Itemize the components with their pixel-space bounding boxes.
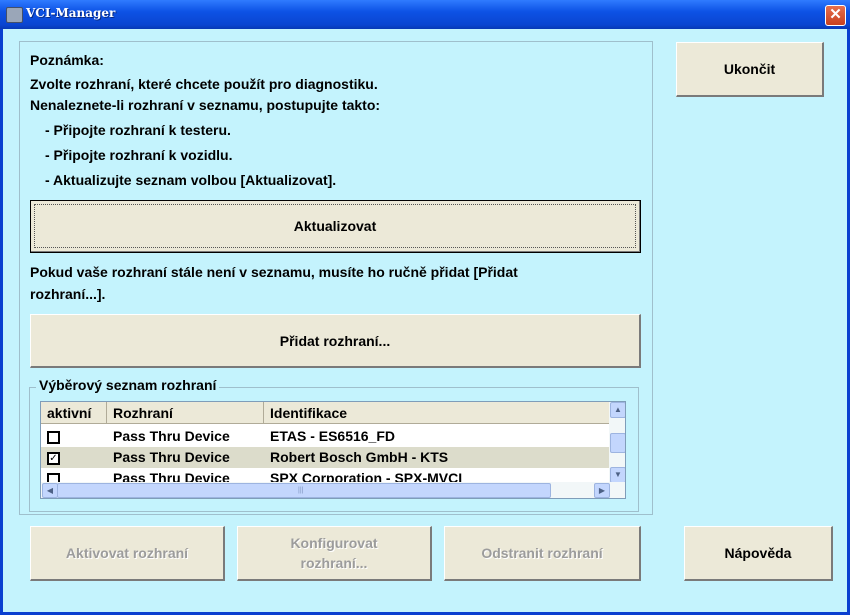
note-step-3: - Aktualizujte seznam volbou [Aktualizov…: [45, 172, 337, 188]
configure-interface-button[interactable]: Konfigurovat rozhraní...: [237, 526, 432, 581]
manual-add-line-2: rozhraní...].: [30, 286, 106, 302]
identification-cell: Robert Bosch GmbH - KTS: [270, 449, 449, 465]
add-interface-button[interactable]: Přidat rozhraní...: [30, 314, 641, 368]
interface-cell: Pass Thru Device: [113, 428, 230, 444]
column-header-active[interactable]: aktivní: [41, 402, 107, 424]
interface-cell: Pass Thru Device: [113, 449, 230, 465]
note-heading: Poznámka:: [30, 52, 104, 68]
window-title: VCI-Manager: [26, 6, 116, 20]
vertical-scrollbar[interactable]: ▲ ▼: [609, 402, 625, 483]
help-button[interactable]: Nápověda: [684, 526, 833, 581]
manual-add-line-1: Pokud vaše rozhraní stále není v seznamu…: [30, 264, 518, 280]
active-checkbox[interactable]: [47, 431, 60, 444]
title-bar[interactable]: VCI-Manager ✕: [0, 0, 850, 29]
note-line-1: Zvolte rozhraní, které chcete použít pro…: [30, 76, 378, 92]
interface-list[interactable]: aktivní Rozhraní Identifikace Pass Thru …: [40, 401, 626, 499]
scroll-down-arrow-icon[interactable]: ▼: [610, 467, 625, 483]
close-window-button[interactable]: ✕: [825, 5, 846, 26]
refresh-button[interactable]: Aktualizovat: [30, 200, 641, 253]
note-step-1: - Připojte rozhraní k testeru.: [45, 122, 231, 138]
column-header-identification[interactable]: Identifikace: [264, 402, 611, 424]
remove-interface-button[interactable]: Odstranit rozhraní: [444, 526, 641, 581]
scroll-up-arrow-icon[interactable]: ▲: [610, 402, 625, 418]
table-row[interactable]: ✓ Pass Thru Device Robert Bosch GmbH - K…: [41, 447, 611, 468]
table-row[interactable]: Pass Thru Device ETAS - ES6516_FD: [41, 426, 611, 447]
scroll-right-arrow-icon[interactable]: ▶: [594, 483, 610, 498]
horizontal-scroll-thumb[interactable]: |||: [57, 483, 551, 498]
note-step-2: - Připojte rozhraní k vozidlu.: [45, 147, 233, 163]
close-button[interactable]: Ukončit: [676, 42, 824, 97]
vertical-scroll-thumb[interactable]: [610, 433, 625, 453]
note-line-2: Nenaleznete-li rozhraní v seznamu, postu…: [30, 97, 381, 113]
interface-list-label: Výběrový seznam rozhraní: [36, 377, 220, 393]
activate-interface-button[interactable]: Aktivovat rozhraní: [30, 526, 225, 581]
horizontal-scrollbar[interactable]: ◀ ||| ▶: [41, 482, 625, 498]
identification-cell: ETAS - ES6516_FD: [270, 428, 396, 444]
active-checkbox[interactable]: ✓: [47, 452, 60, 465]
app-icon: [6, 7, 23, 23]
column-header-interface[interactable]: Rozhraní: [107, 402, 264, 424]
scroll-left-arrow-icon[interactable]: ◀: [42, 483, 58, 498]
